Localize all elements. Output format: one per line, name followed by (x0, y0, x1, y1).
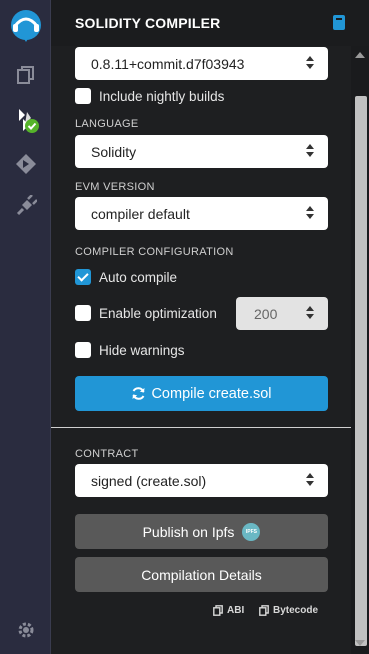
scroll-down-icon[interactable] (355, 640, 365, 646)
section-divider (51, 427, 351, 428)
enable-optimization-row[interactable]: Enable optimization (75, 304, 217, 322)
remix-logo[interactable] (0, 3, 51, 47)
ipfs-logo-icon: IPFS (242, 522, 261, 541)
compile-button[interactable]: Compile create.sol (75, 376, 328, 411)
evm-version-select[interactable]: compiler default (75, 197, 328, 230)
panel-title: SOLIDITY COMPILER (75, 15, 221, 31)
deploy-run-icon[interactable] (0, 144, 51, 184)
include-nightly-checkbox[interactable] (75, 88, 91, 104)
copy-icon (213, 605, 223, 616)
optimization-runs-select[interactable]: 200 (236, 297, 328, 330)
copy-bytecode-link[interactable]: Bytecode (259, 605, 318, 616)
docs-book-icon[interactable] (333, 15, 347, 31)
icon-rail (0, 0, 51, 654)
auto-compile-label: Auto compile (99, 269, 178, 285)
select-caret-icon (306, 306, 314, 320)
panel-header: SOLIDITY COMPILER (51, 0, 369, 46)
refresh-icon (132, 387, 145, 400)
hide-warnings-row[interactable]: Hide warnings (75, 341, 185, 359)
auto-compile-row[interactable]: Auto compile (75, 268, 177, 286)
publish-ipfs-button[interactable]: Publish on Ipfs IPFS (75, 514, 328, 549)
compile-button-label: Compile create.sol (151, 385, 272, 402)
include-nightly-label: Include nightly builds (99, 88, 225, 104)
plugin-manager-icon[interactable] (0, 186, 51, 226)
contract-label: CONTRACT (75, 448, 139, 460)
file-explorer-icon[interactable] (0, 55, 51, 95)
optimization-runs-value: 200 (254, 305, 278, 322)
solidity-compiler-icon[interactable] (0, 100, 51, 140)
auto-compile-checkbox[interactable] (75, 269, 91, 285)
language-select[interactable]: Solidity (75, 135, 328, 168)
scroll-up-icon[interactable] (355, 52, 365, 58)
select-caret-icon (306, 206, 314, 220)
include-nightly-row[interactable]: Include nightly builds (75, 87, 224, 105)
compiler-version-value: 0.8.11+commit.d7f03943 (91, 55, 245, 72)
compiler-version-select[interactable]: 0.8.11+commit.d7f03943 (75, 47, 328, 80)
bytecode-label: Bytecode (273, 605, 319, 616)
hide-warnings-checkbox[interactable] (75, 342, 91, 358)
select-caret-icon (306, 56, 314, 70)
compiler-config-label: COMPILER CONFIGURATION (75, 246, 234, 258)
hide-warnings-label: Hide warnings (99, 342, 185, 358)
compiler-panel: SOLIDITY COMPILER 0.8.11+commit.d7f03943… (51, 0, 369, 654)
copy-icon (259, 605, 269, 616)
contract-select[interactable]: signed (create.sol) (75, 464, 328, 497)
compilation-details-button[interactable]: Compilation Details (75, 557, 328, 592)
evm-version-label: EVM VERSION (75, 181, 155, 193)
evm-version-value: compiler default (91, 205, 190, 222)
contract-value: signed (create.sol) (91, 472, 207, 489)
settings-icon[interactable] (0, 610, 51, 650)
language-value: Solidity (91, 143, 137, 160)
enable-optimization-checkbox[interactable] (75, 305, 91, 321)
compilation-details-label: Compilation Details (141, 566, 262, 583)
select-caret-icon (306, 473, 314, 487)
scroll-thumb[interactable] (355, 96, 367, 646)
abi-label: ABI (227, 605, 245, 616)
panel-content[interactable]: 0.8.11+commit.d7f03943 Include nightly b… (51, 46, 351, 654)
copy-abi-link[interactable]: ABI (213, 605, 244, 616)
scrollbar[interactable] (351, 46, 369, 654)
enable-optimization-label: Enable optimization (99, 305, 217, 321)
select-caret-icon (306, 144, 314, 158)
publish-ipfs-label: Publish on Ipfs (142, 523, 235, 540)
language-label: LANGUAGE (75, 118, 139, 130)
